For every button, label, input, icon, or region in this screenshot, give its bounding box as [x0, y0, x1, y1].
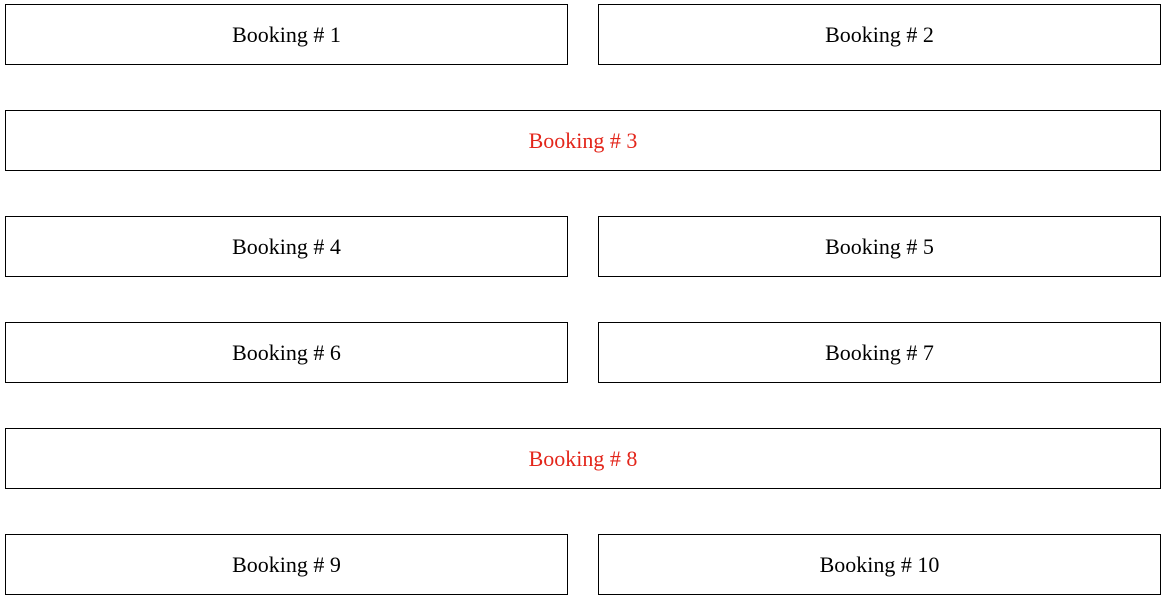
booking-item-5[interactable]: Booking # 5: [598, 216, 1161, 277]
booking-label-4: Booking # 4: [232, 233, 341, 259]
booking-item-7[interactable]: Booking # 7: [598, 322, 1161, 383]
booking-item-1[interactable]: Booking # 1: [5, 4, 568, 65]
booking-item-9[interactable]: Booking # 9: [5, 534, 568, 595]
booking-label-7: Booking # 7: [825, 339, 934, 365]
booking-label-5: Booking # 5: [825, 233, 934, 259]
booking-label-6: Booking # 6: [232, 339, 341, 365]
booking-label-9: Booking # 9: [232, 551, 341, 577]
booking-label-2: Booking # 2: [825, 21, 934, 47]
booking-item-4[interactable]: Booking # 4: [5, 216, 568, 277]
booking-item-3[interactable]: Booking # 3: [5, 110, 1161, 171]
booking-item-6[interactable]: Booking # 6: [5, 322, 568, 383]
booking-item-8[interactable]: Booking # 8: [5, 428, 1161, 489]
booking-label-1: Booking # 1: [232, 21, 341, 47]
booking-item-2[interactable]: Booking # 2: [598, 4, 1161, 65]
booking-label-3: Booking # 3: [528, 127, 638, 153]
booking-label-8: Booking # 8: [528, 445, 638, 471]
booking-item-10[interactable]: Booking # 10: [598, 534, 1161, 595]
booking-label-10: Booking # 10: [819, 551, 940, 577]
